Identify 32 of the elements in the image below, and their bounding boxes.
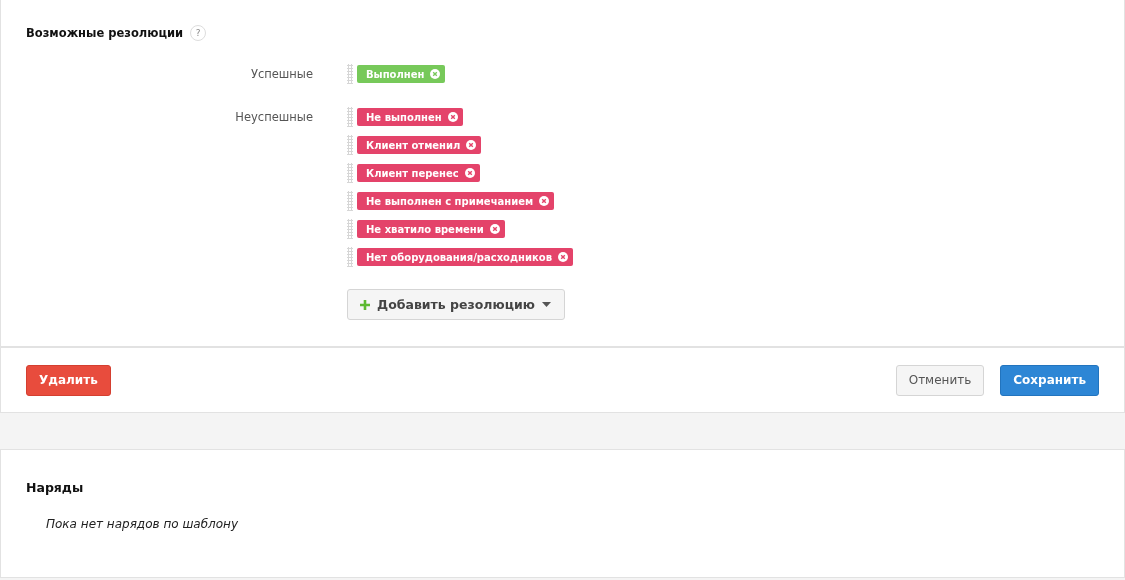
cancel-button[interactable]: Отменить bbox=[895, 364, 985, 396]
section-title: Возможные резолюции bbox=[26, 26, 184, 40]
save-button[interactable]: Сохранить bbox=[1000, 364, 1099, 396]
remove-icon[interactable] bbox=[466, 140, 477, 150]
resolution-tag: Не хватило времени bbox=[357, 220, 505, 238]
remove-icon[interactable] bbox=[489, 224, 500, 234]
drag-handle[interactable] bbox=[347, 163, 353, 183]
drag-handle[interactable] bbox=[347, 219, 353, 239]
remove-icon[interactable] bbox=[430, 69, 441, 79]
drag-handle[interactable] bbox=[347, 107, 353, 127]
remove-icon[interactable] bbox=[558, 252, 568, 262]
remove-icon[interactable] bbox=[539, 196, 550, 206]
empty-message: Пока нет нарядов по шаблону bbox=[46, 517, 240, 531]
caret-icon bbox=[541, 302, 551, 307]
resolution-tag: Клиент отменил bbox=[357, 136, 482, 154]
resolution-tag: Клиент перенес bbox=[357, 164, 480, 182]
resolution-tag: Не выполнен bbox=[357, 108, 463, 126]
drag-handle[interactable] bbox=[347, 135, 353, 155]
plus-icon bbox=[360, 299, 370, 310]
remove-icon[interactable] bbox=[464, 168, 475, 178]
resolution-tag: Не выполнен с примечанием bbox=[357, 192, 555, 210]
resolution-tag: Выполнен bbox=[357, 65, 446, 83]
group-label: Неуспешные bbox=[234, 109, 313, 126]
drag-handle[interactable] bbox=[347, 191, 353, 211]
drag-handle[interactable] bbox=[347, 247, 353, 267]
remove-icon[interactable] bbox=[447, 112, 458, 122]
group-label: Успешные bbox=[249, 66, 313, 83]
resolution-tag: Нет оборудования/расходников bbox=[357, 248, 573, 266]
delete-button[interactable]: Удалить bbox=[26, 364, 111, 396]
drag-handle[interactable] bbox=[347, 64, 353, 84]
add-resolution-button[interactable]: Добавить резолюцию bbox=[347, 289, 565, 320]
section-title: Наряды bbox=[26, 480, 85, 495]
